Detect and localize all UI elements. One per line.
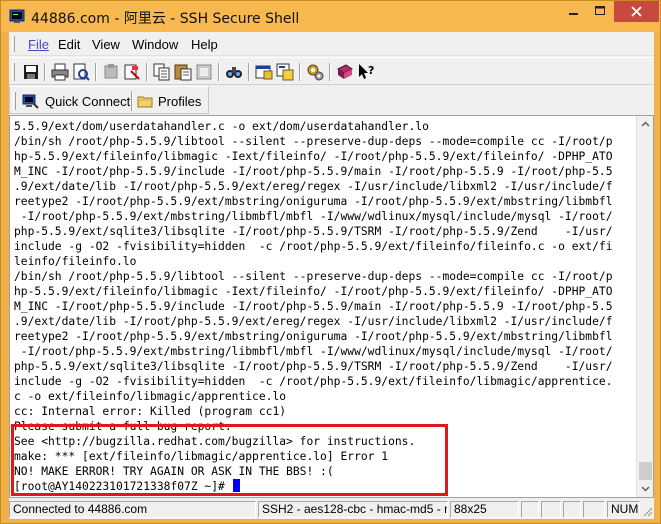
keys-icon[interactable] [275, 62, 295, 82]
terminal-line: cc: Internal error: Killed (program cc1) [14, 405, 287, 418]
print-icon[interactable] [50, 62, 70, 82]
quickbar-grip[interactable] [13, 92, 16, 110]
toolbar-separator [44, 63, 46, 81]
terminal-line: hp-5.5.9/ext/fileinfo/libmagic -Iext/fil… [14, 285, 613, 298]
status-pane-empty-1 [521, 501, 539, 518]
status-connection: Connected to 44886.com [9, 501, 256, 518]
status-bar: Connected to 44886.com SSH2 - aes128-cbc… [9, 499, 654, 519]
terminal-line: 5.5.9/ext/dom/userdatahandler.c -o ext/d… [14, 120, 429, 133]
quick-connect-button[interactable]: Quick Connect [22, 90, 130, 112]
profiles-button[interactable]: Profiles [137, 90, 201, 112]
window-title: 44886.com - 阿里云 - SSH Secure Shell [31, 11, 300, 27]
terminal-line: include -g -O2 -fvisibility=hidden -c /r… [14, 375, 613, 388]
ssh-window: 44886.com - 阿里云 - SSH Secure Shell File … [0, 0, 661, 524]
menu-grip[interactable] [12, 36, 15, 52]
toolbar-separator [95, 63, 97, 81]
terminal-line: .9/ext/date/lib -I/root/php-5.5.9/ext/er… [14, 315, 613, 328]
print-preview-icon[interactable] [71, 62, 91, 82]
status-pane-empty-2 [541, 501, 561, 518]
terminal-line: M_INC -I/root/php-5.5.9/include -I/root/… [14, 165, 613, 178]
profiles-label: Profiles [158, 93, 202, 109]
paste-settings-icon[interactable] [122, 62, 142, 82]
terminal-line: /bin/sh /root/php-5.5.9/libtool --silent… [14, 270, 613, 283]
terminal-line: hp-5.5.9/ext/fileinfo/libmagic -Iext/fil… [14, 150, 613, 163]
menu-help[interactable]: Help [191, 37, 218, 52]
terminal-line: php-5.5.9/ext/sqlite3/libsqlite -I/root/… [14, 360, 613, 373]
terminal-line: include -g -O2 -fvisibility=hidden -c /r… [14, 240, 613, 253]
toolbar-separator [146, 63, 148, 81]
ssh-app-icon[interactable] [9, 8, 25, 24]
status-pane-empty-3 [563, 501, 581, 518]
disabled-icon[interactable] [101, 62, 121, 82]
vertical-scrollbar[interactable] [636, 116, 653, 497]
terminal-line: .9/ext/date/lib -I/root/php-5.5.9/ext/er… [14, 180, 613, 193]
save-icon[interactable] [21, 62, 41, 82]
title-bar[interactable]: 44886.com - 阿里云 - SSH Secure Shell [1, 1, 660, 32]
status-cipher: SSH2 - aes128-cbc - hmac-md5 - nc [258, 501, 448, 518]
error-highlight-box [11, 424, 448, 496]
terminal-line: /bin/sh /root/php-5.5.9/libtool --silent… [14, 135, 613, 148]
scroll-down-arrow-icon[interactable] [637, 480, 653, 497]
status-num-lock: NUM [607, 501, 640, 518]
client-area: File Edit View Window Help ? Quick Conne… [9, 32, 654, 519]
terminal-line: -I/root/php-5.5.9/ext/mbstring/libmbfl/m… [14, 210, 613, 223]
terminal-line: -I/root/php-5.5.9/ext/mbstring/libmbfl/m… [14, 345, 613, 358]
context-help-icon[interactable]: ? [356, 62, 376, 82]
toolbar-separator [299, 63, 301, 81]
quick-connect-bar: Quick Connect Profiles [9, 86, 209, 114]
menu-file[interactable]: File [28, 37, 49, 52]
status-pane-empty-4 [583, 501, 605, 518]
maximize-button[interactable] [587, 1, 614, 22]
find-icon[interactable] [224, 62, 244, 82]
svg-text:?: ? [368, 64, 374, 77]
terminal-view[interactable]: 5.5.9/ext/dom/userdatahandler.c -o ext/d… [9, 115, 654, 498]
resize-grip-icon[interactable] [641, 505, 653, 520]
terminal-line: php-5.5.9/ext/sqlite3/libsqlite -I/root/… [14, 225, 613, 238]
terminal-line: leinfo/fileinfo.lo [14, 255, 137, 268]
terminal-line: M_INC -I/root/php-5.5.9/include -I/root/… [14, 300, 613, 313]
clear-icon[interactable] [194, 62, 214, 82]
settings-icon[interactable] [254, 62, 274, 82]
menu-bar: File Edit View Window Help [9, 32, 654, 56]
close-button[interactable] [614, 1, 659, 22]
minimize-button[interactable] [560, 1, 587, 22]
menu-view[interactable]: View [92, 37, 120, 52]
copy-icon[interactable] [152, 62, 172, 82]
status-terminal-size: 88x25 [450, 501, 519, 518]
quick-connect-icon [22, 94, 39, 109]
toolbar: ? [9, 57, 654, 85]
folder-icon [137, 96, 153, 108]
quick-connect-label: Quick Connect [45, 93, 131, 109]
toolbar-separator [329, 63, 331, 81]
scroll-up-arrow-icon[interactable] [637, 116, 653, 133]
toolbar-separator [248, 63, 250, 81]
quickbar-separator [131, 91, 133, 111]
toolbar-separator [218, 63, 220, 81]
paste-icon[interactable] [173, 62, 193, 82]
terminal-line: c -o ext/fileinfo/libmagic/apprentice.lo [14, 390, 287, 403]
toolbar-grip[interactable] [12, 63, 15, 81]
scroll-thumb[interactable] [639, 462, 652, 480]
terminal-line: reetype2 -I/root/php-5.5.9/ext/mbstring/… [14, 330, 613, 343]
menu-edit[interactable]: Edit [58, 37, 80, 52]
menu-window[interactable]: Window [132, 37, 178, 52]
tools-icon[interactable] [305, 62, 325, 82]
terminal-line: reetype2 -I/root/php-5.5.9/ext/mbstring/… [14, 195, 613, 208]
help-book-icon[interactable] [335, 62, 355, 82]
